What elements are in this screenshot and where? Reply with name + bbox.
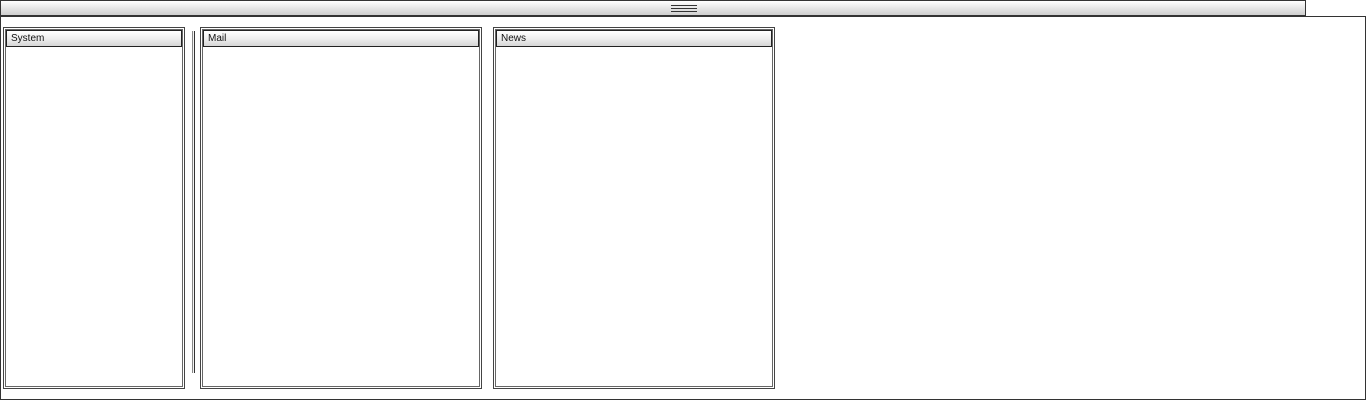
top-toolbar[interactable] [0, 0, 1306, 16]
grip-handle-icon[interactable] [671, 5, 697, 12]
panel-news-title[interactable]: News [496, 30, 772, 47]
panel-system-title[interactable]: System [6, 30, 182, 47]
panel-system: System [3, 27, 185, 389]
panel-news: News [493, 27, 775, 389]
panel-mail-title[interactable]: Mail [203, 30, 479, 47]
panel-mail: Mail [200, 27, 482, 389]
portal-workspace: System Mail News [0, 16, 1366, 400]
panel-news-content [497, 48, 771, 385]
column-splitter[interactable] [192, 31, 195, 373]
panel-mail-content [204, 48, 478, 385]
panel-system-content [7, 48, 181, 385]
